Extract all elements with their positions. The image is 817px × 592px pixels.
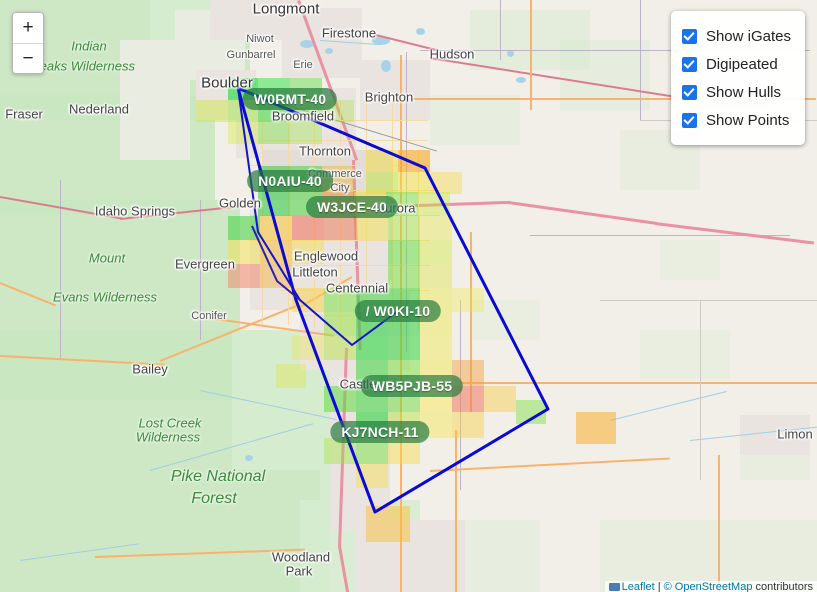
heat-cell [452,288,484,312]
heat-cell [418,192,450,216]
station-callsign: KJ7NCH-11 [341,424,419,440]
layer-toggle-row[interactable]: Digipeated [681,51,791,77]
heat-cell [292,216,324,240]
heat-cell [258,192,290,216]
checkbox-checked-icon[interactable] [681,112,697,128]
heat-cell [324,216,356,240]
heat-cell [388,240,420,264]
heat-cell [228,240,260,264]
layer-toggle-row[interactable]: Show iGates [681,23,791,49]
heat-cell [276,364,306,388]
station-callsign: N0AIU-40 [258,173,322,189]
heat-cell [324,386,356,412]
heat-cell [292,240,324,264]
station-marker[interactable]: KJ7NCH-11 [330,421,430,443]
heat-cell [228,264,260,288]
heat-cell [356,464,388,488]
heat-cell [228,122,258,144]
station-callsign: W0RMT-40 [253,91,327,107]
attribution-separator: | [654,581,664,592]
heat-cell [366,172,398,194]
station-callsign: WB5PJB-55 [371,378,453,394]
heat-cell [388,264,420,288]
heat-cell [420,240,452,264]
heat-cell [366,506,410,542]
heat-cell [292,288,324,312]
layer-toggle-label[interactable]: Show iGates [706,28,791,45]
heat-cell [228,216,260,240]
heat-cell [260,240,292,264]
heat-cell [324,288,356,312]
heat-cell [398,150,430,172]
heat-cell [420,264,452,288]
heat-cell [260,264,292,288]
heat-cell [324,312,356,336]
openstreetmap-link[interactable]: © OpenStreetMap [664,581,753,592]
heat-cell [452,412,484,438]
station-callsign: W0KI-10 [373,303,431,319]
station-marker[interactable]: WB5PJB-55 [360,375,464,397]
heat-cell [292,336,324,360]
heat-cell [260,216,292,240]
heat-cell [356,336,388,360]
station-marker[interactable]: W0RMT-40 [242,88,338,110]
heat-cell [576,412,616,444]
checkbox-checked-icon[interactable] [681,56,697,72]
heat-cell [420,336,452,360]
heat-cell [516,400,546,424]
layer-toggle-label[interactable]: Show Points [706,112,789,129]
layer-toggle-row[interactable]: Show Hulls [681,79,791,105]
station-marker[interactable]: W3JCE-40 [305,196,399,218]
layer-toggle-label[interactable]: Digipeated [706,56,778,73]
station-marker[interactable]: / W0KI-10 [354,300,442,322]
zoom-control[interactable]: + − [12,12,44,74]
zoom-out-button[interactable]: − [13,43,43,73]
station-marker[interactable]: N0AIU-40 [247,170,333,192]
heat-cell [430,172,462,194]
heat-cell [388,336,420,360]
checkbox-checked-icon[interactable] [681,28,697,44]
layer-control-panel[interactable]: Show iGates Digipeated Show Hulls Show Poin… [670,11,805,145]
heat-cell [324,336,356,360]
heat-cell [258,122,290,144]
heat-cell [388,216,420,240]
heat-cell [366,150,398,172]
station-callsign: W3JCE-40 [316,199,388,215]
layer-toggle-row[interactable]: Show Points [681,107,791,133]
layer-toggle-label[interactable]: Show Hulls [706,84,781,101]
coverage-map[interactable]: Longmont Niwot Firestone Gunbarrel Erie Hudso… [0,0,817,592]
heat-cell [356,216,388,240]
zoom-in-button[interactable]: + [13,13,43,43]
heat-cell [196,100,228,122]
heat-cell [420,216,452,240]
heat-cell [484,386,516,412]
map-attribution: Leaflet | © OpenStreetMap contributors [604,581,817,592]
heat-cell [398,172,430,194]
leaflet-logo-icon [608,583,620,591]
leaflet-link[interactable]: Leaflet [622,581,655,592]
heat-cell [290,122,322,144]
attribution-suffix: contributors [752,581,813,592]
aprs-symbol-icon: / [365,303,370,319]
checkbox-checked-icon[interactable] [681,84,697,100]
